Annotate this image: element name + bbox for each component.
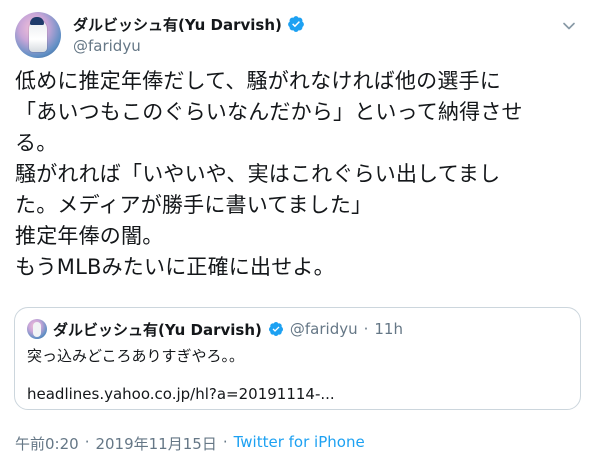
tweet-date[interactable]: 2019年11月15日 (95, 433, 216, 454)
quoted-tweet-text: 突っ込みどころありすぎやろ。。 (27, 347, 245, 365)
separator-dot: · (222, 433, 228, 451)
tweet-footer: 午前0:20 · 2019年11月15日 · Twitter for iPhon… (15, 433, 365, 454)
tweet-text-line: た。メディアが勝手に書いてました」 (15, 193, 373, 217)
author-names: ダルビッシュ有(Yu Darvish) @faridyu (73, 13, 305, 55)
quoted-author-handle: @faridyu (289, 320, 358, 338)
quoted-tweet[interactable]: ダルビッシュ有(Yu Darvish) @faridyu · 11h 突っ込みど… (14, 307, 581, 410)
tweet-text-line: 騒がれれば「いやいや、実はこれぐらい出してまし (15, 162, 501, 186)
tweet-text: 低めに推定年俸だして、騒がれなければ他の選手に 「あいつもこのぐらいなんだから」… (15, 66, 580, 283)
author-avatar[interactable] (15, 12, 61, 58)
tweet-text-line: る。 (15, 131, 58, 155)
tweet-source-link[interactable]: Twitter for iPhone (234, 433, 365, 454)
tweet-card: ダルビッシュ有(Yu Darvish) @faridyu 低めに推定年俸だして、… (0, 0, 594, 461)
tweet-text-line: 低めに推定年俸だして、騒がれなければ他の選手に (15, 69, 501, 93)
display-name-row: ダルビッシュ有(Yu Darvish) (73, 13, 305, 35)
chevron-down-icon[interactable] (559, 16, 579, 36)
quoted-author-avatar (27, 319, 47, 339)
tweet-text-line: 推定年俸の闇。 (15, 224, 164, 248)
tweet-header: ダルビッシュ有(Yu Darvish) @faridyu (15, 12, 579, 62)
author-handle[interactable]: @faridyu (73, 37, 305, 55)
verified-badge-icon (268, 322, 283, 336)
author-display-name[interactable]: ダルビッシュ有(Yu Darvish) (73, 14, 282, 35)
tweet-text-line: 「あいつもこのぐらいなんだから」といって納得させ (15, 100, 523, 124)
quoted-author-display-name: ダルビッシュ有(Yu Darvish) (53, 320, 262, 339)
quoted-tweet-time: 11h (374, 320, 403, 338)
verified-badge-icon (288, 16, 304, 32)
tweet-time[interactable]: 午前0:20 (15, 433, 79, 454)
quoted-tweet-header: ダルビッシュ有(Yu Darvish) @faridyu · 11h (27, 318, 568, 340)
tweet-text-line: もうMLBみたいに正確に出せよ。 (15, 255, 335, 279)
avatar-cap (30, 17, 44, 25)
separator-dot: · (363, 320, 369, 338)
separator-dot: · (84, 433, 90, 451)
quoted-tweet-link[interactable]: headlines.yahoo.co.jp/hl?a=20191114-... (27, 384, 568, 404)
